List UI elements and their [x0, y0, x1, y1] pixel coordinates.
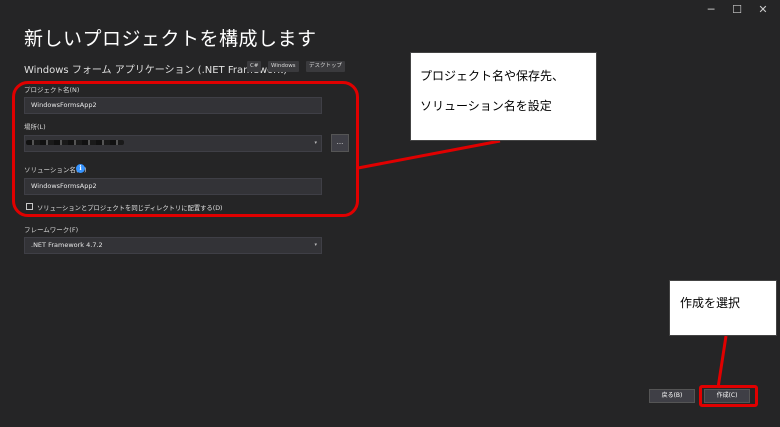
minimize-icon[interactable]: ─ [700, 2, 722, 18]
framework-select-value: .NET Framework 4.7.2 [31, 241, 103, 249]
tag-platform: Windows [268, 61, 299, 72]
maximize-icon[interactable]: ☐ [726, 2, 748, 18]
close-icon[interactable]: ✕ [752, 2, 774, 18]
callout-settings-note: プロジェクト名や保存先、 ソリューション名を設定 [410, 52, 597, 141]
tag-project-type: デスクトップ [306, 61, 346, 72]
callout-settings-line2: ソリューション名を設定 [420, 99, 552, 113]
page-title: 新しいプロジェクトを構成します [24, 28, 317, 50]
back-button[interactable]: 戻る(B) [649, 389, 695, 403]
callout-create-note: 作成を選択 [669, 280, 777, 336]
chevron-down-icon: ▾ [314, 242, 317, 248]
callout-create-text: 作成を選択 [680, 296, 741, 310]
create-highlight-outline [699, 385, 758, 407]
framework-label: フレームワーク(F) [24, 226, 79, 234]
tag-language: C# [247, 61, 262, 72]
callout-settings-line1: プロジェクト名や保存先、 [420, 69, 565, 83]
form-highlight-outline [12, 81, 359, 217]
framework-select[interactable]: .NET Framework 4.7.2 ▾ [24, 237, 322, 254]
